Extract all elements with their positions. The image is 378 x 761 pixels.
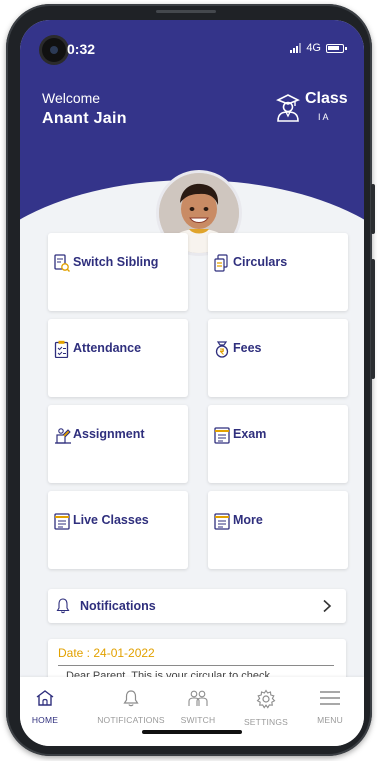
network-type: 4G xyxy=(306,42,321,54)
battery-icon xyxy=(326,43,347,53)
home-indicator[interactable] xyxy=(142,730,242,734)
tile-switch-sibling[interactable]: Switch Sibling xyxy=(48,233,188,311)
fees-icon xyxy=(215,341,229,358)
divider xyxy=(58,665,334,666)
nav-notifications[interactable]: NOTIFICATIONS xyxy=(96,689,166,733)
notifications-label: Notifications xyxy=(80,599,156,613)
nav-switch[interactable]: SWITCH xyxy=(163,689,233,733)
nav-settings[interactable]: SETTINGS xyxy=(231,689,301,733)
tile-more[interactable]: More xyxy=(208,491,348,569)
tile-assignment[interactable]: Assignment xyxy=(48,405,188,483)
settings-icon xyxy=(256,689,276,709)
student-graduate-icon xyxy=(276,94,300,122)
welcome-text: Welcome xyxy=(42,90,101,106)
live-classes-icon xyxy=(54,513,70,530)
signal-icon xyxy=(290,43,302,53)
class-title: Class xyxy=(305,90,348,107)
status-indicators: 4G xyxy=(290,42,347,54)
tile-fees[interactable]: Fees xyxy=(208,319,348,397)
tile-live-classes[interactable]: Live Classes xyxy=(48,491,188,569)
speaker-grille xyxy=(156,10,216,13)
tile-label: Live Classes xyxy=(73,513,149,527)
front-camera xyxy=(42,38,66,62)
switch-sibling-icon xyxy=(54,254,70,272)
switch-icon xyxy=(188,690,208,706)
tile-circulars[interactable]: Circulars xyxy=(208,233,348,311)
assignment-icon xyxy=(55,428,71,444)
nav-label: HOME xyxy=(31,715,59,725)
phone-frame: 0:32 4G Welcome Anant Jain Class I A Swi… xyxy=(6,4,375,756)
tile-label: Assignment xyxy=(73,427,145,441)
tile-label: Switch Sibling xyxy=(73,255,159,269)
user-name: Anant Jain xyxy=(42,110,127,127)
nav-label: SWITCH xyxy=(180,715,216,725)
tile-label: Circulars xyxy=(233,255,288,269)
nav-label: MENU xyxy=(317,715,343,725)
volume-button xyxy=(371,184,375,234)
tile-label: Exam xyxy=(233,427,267,441)
bell-icon xyxy=(56,598,70,614)
tile-label: Fees xyxy=(233,341,262,355)
circulars-icon xyxy=(214,254,228,272)
bell-icon xyxy=(123,690,139,707)
nav-label: NOTIFICATIONS xyxy=(97,715,165,725)
tile-exam[interactable]: Exam xyxy=(208,405,348,483)
chevron-right-icon xyxy=(323,599,332,613)
nav-label: SETTINGS xyxy=(243,717,289,727)
tile-attendance[interactable]: Attendance xyxy=(48,319,188,397)
class-value: I A xyxy=(318,112,329,122)
notifications-row[interactable]: Notifications xyxy=(48,589,346,623)
attendance-icon xyxy=(54,340,69,358)
circular-date: Date : 24-01-2022 xyxy=(58,646,155,660)
tile-label: More xyxy=(233,513,263,527)
app-screen: 0:32 4G Welcome Anant Jain Class I A Swi… xyxy=(20,20,364,746)
power-button xyxy=(371,259,375,379)
more-icon xyxy=(214,513,230,530)
home-icon xyxy=(36,690,54,706)
status-time: 0:32 xyxy=(67,41,96,57)
menu-icon xyxy=(320,691,340,705)
bottom-navigation: HOME NOTIFICATIONS SWITCH SETTINGS MENU xyxy=(20,677,364,746)
nav-home[interactable]: HOME xyxy=(20,689,80,733)
nav-menu[interactable]: MENU xyxy=(295,689,364,733)
exam-icon xyxy=(214,427,230,444)
tile-label: Attendance xyxy=(73,341,142,355)
